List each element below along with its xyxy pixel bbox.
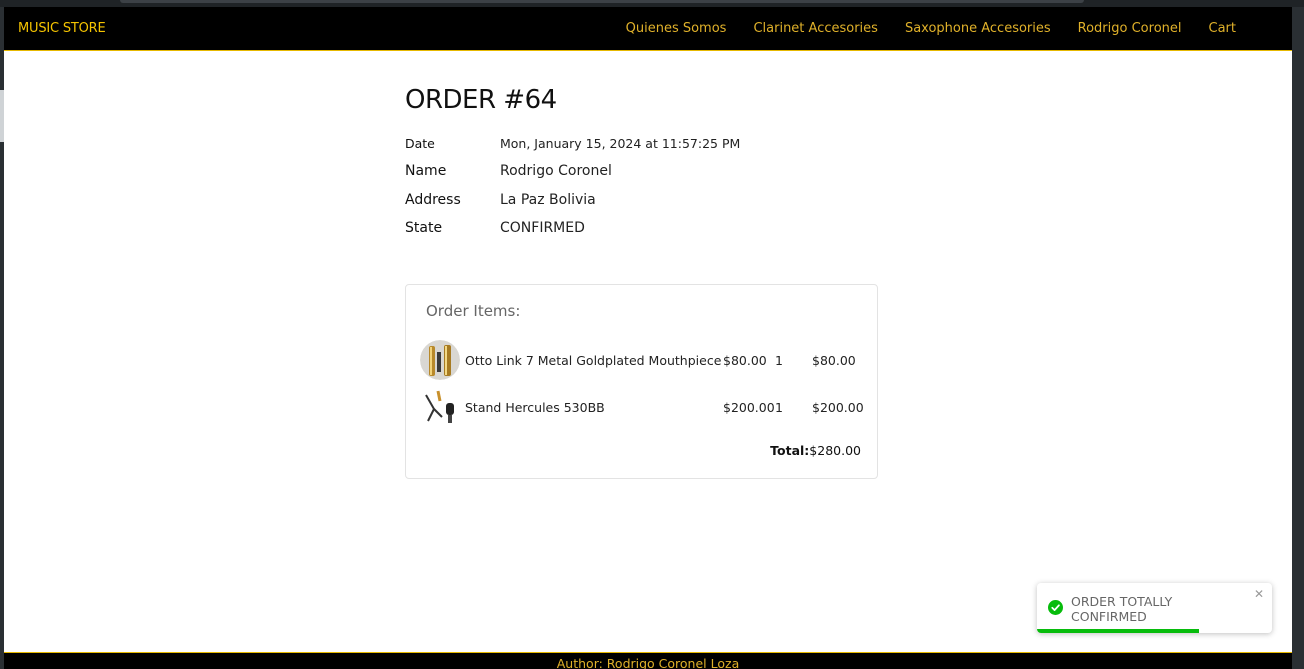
order-items-title: Order Items: [426,302,521,320]
browser-top-bar [0,0,1304,7]
order-total: Total:$280.00 [770,443,861,458]
item-quantity: 1 [775,400,783,415]
toast-progress-bar [1037,629,1200,633]
name-label: Name [405,163,447,179]
item-name: Stand Hercules 530BB [465,400,605,415]
brand-logo-link[interactable]: MUSIC STORE [18,21,106,36]
order-address-row: Address La Paz Bolivia [405,192,885,208]
item-name: Otto Link 7 Metal Goldplated Mouthpiece [465,353,722,368]
nav-link-user-profile[interactable]: Rodrigo Coronel [1078,21,1182,36]
nav-link-cart[interactable]: Cart [1209,21,1237,36]
order-detail: ORDER #64 Date Mon, January 15, 2024 at … [405,85,885,479]
name-value: Rodrigo Coronel [500,163,612,179]
check-circle-icon [1048,600,1063,615]
item-price: $80.00 [723,353,767,368]
order-name-row: Name Rodrigo Coronel [405,163,885,179]
state-value: CONFIRMED [500,220,585,236]
close-icon[interactable]: ✕ [1254,587,1264,601]
total-label: Total: [770,443,810,458]
toast-message: ORDER TOTALLY CONFIRMED [1071,594,1173,624]
page-frame: MUSIC STORE Quienes Somos Clarinet Acces… [4,7,1292,669]
nav-links: Quienes Somos Clarinet Accesories Saxoph… [626,21,1236,36]
page-title: ORDER #64 [405,85,557,115]
browser-tab-strip [120,0,1084,3]
order-state-row: State CONFIRMED [405,220,885,236]
date-value: Mon, January 15, 2024 at 11:57:25 PM [500,136,741,151]
footer-author: Author: Rodrigo Coronel Loza [556,656,740,669]
order-date-row: Date Mon, January 15, 2024 at 11:57:25 P… [405,136,885,151]
nav-link-clarinet-accesories[interactable]: Clarinet Accesories [753,21,878,36]
order-items-card: Order Items: Otto Link 7 Metal Goldplate… [405,284,878,479]
stand-image [420,387,460,427]
navbar: MUSIC STORE Quienes Somos Clarinet Acces… [4,7,1292,51]
address-value: La Paz Bolivia [500,192,596,208]
item-price: $200.00 [723,400,775,415]
item-quantity: 1 [775,353,783,368]
nav-link-saxophone-accesories[interactable]: Saxophone Accesories [905,21,1051,36]
item-subtotal: $80.00 [812,353,856,368]
nav-link-quienes-somos[interactable]: Quienes Somos [626,21,727,36]
item-subtotal: $200.00 [812,400,864,415]
address-label: Address [405,192,461,208]
mouthpiece-image [420,340,460,380]
footer: Author: Rodrigo Coronel Loza [4,652,1292,669]
success-toast[interactable]: ORDER TOTALLY CONFIRMED ✕ [1037,583,1272,633]
state-label: State [405,220,443,236]
total-value: $280.00 [809,443,861,458]
list-item: Otto Link 7 Metal Goldplated Mouthpiece … [420,340,865,380]
list-item: Stand Hercules 530BB $200.00 1 $200.00 [420,387,865,427]
date-label: Date [405,136,435,151]
